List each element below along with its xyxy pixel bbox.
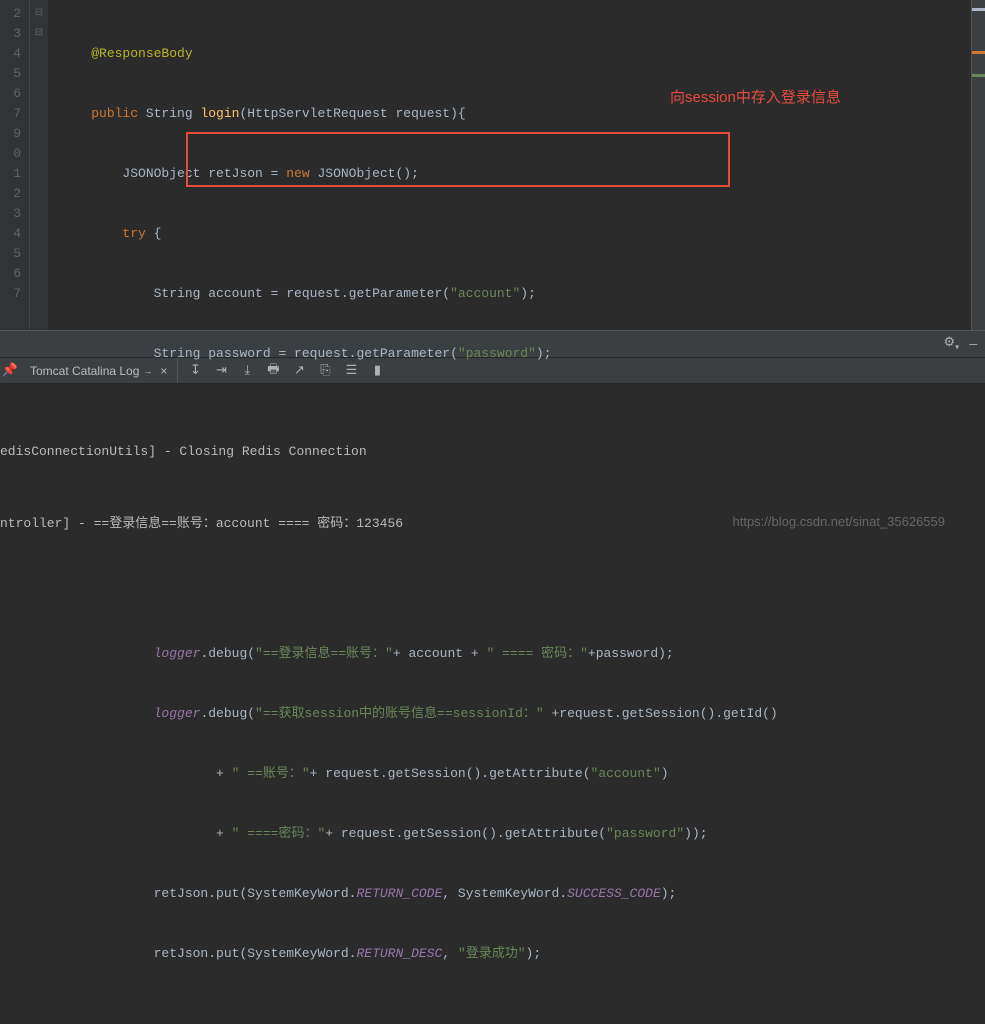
annotation-text: 向session中存入登录信息 bbox=[670, 86, 841, 107]
annotation: @ResponseBody bbox=[91, 46, 192, 61]
console-line: edisConnectionUtils] - Closing Redis Con… bbox=[0, 440, 985, 464]
editor-area: 2345 67 9 0123 4567 ⊟ ⊟ @ResponseBody pu… bbox=[0, 0, 985, 330]
code-content[interactable]: @ResponseBody public String login(HttpSe… bbox=[48, 0, 985, 330]
editor-overview-ruler[interactable] bbox=[971, 0, 985, 330]
watermark-text: https://blog.csdn.net/sinat_35626559 bbox=[733, 514, 946, 529]
fold-toggle-icon[interactable]: ⊟ bbox=[30, 4, 48, 24]
pin-icon[interactable]: 📌 bbox=[0, 363, 20, 378]
line-number-gutter: 2345 67 9 0123 4567 bbox=[0, 0, 30, 330]
fold-toggle-icon[interactable]: ⊟ bbox=[30, 24, 48, 44]
fold-gutter: ⊟ ⊟ bbox=[30, 0, 48, 330]
